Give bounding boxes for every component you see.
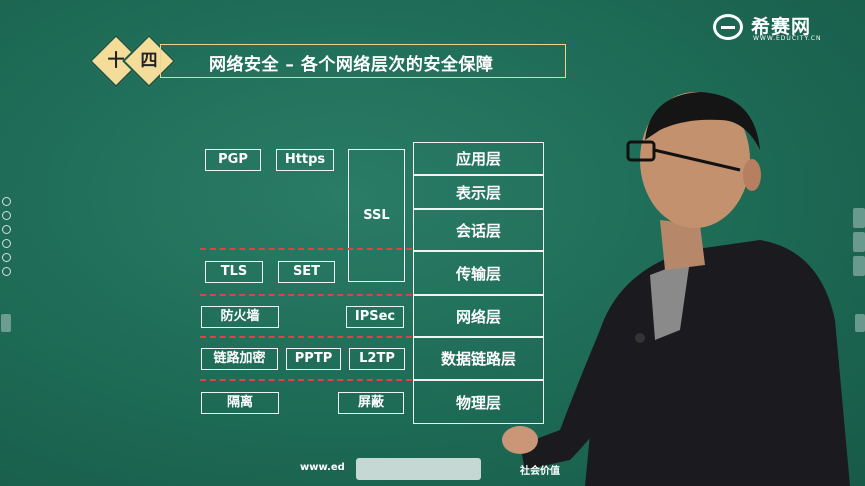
right-tool-icon[interactable] — [853, 232, 865, 252]
toolbar-dot-icon[interactable] — [2, 239, 11, 248]
drawing-toolbar[interactable] — [356, 458, 481, 480]
teacher-figure — [502, 92, 850, 486]
footer-url: www.ed — [300, 462, 345, 473]
right-tool-icon[interactable] — [853, 256, 865, 276]
right-arrow-icon[interactable] — [855, 314, 865, 332]
toolbar-dot-icon[interactable] — [2, 197, 11, 206]
toolbar-dot-icon[interactable] — [2, 225, 11, 234]
right-tool-icon[interactable] — [853, 208, 865, 228]
footer-slogan: 社会价值 — [520, 466, 560, 477]
toolbar-dot-icon[interactable] — [2, 211, 11, 220]
toolbar-dot-icon[interactable] — [2, 253, 11, 262]
left-arrow-icon[interactable] — [1, 314, 11, 332]
toolbar-dot-icon[interactable] — [2, 267, 11, 276]
